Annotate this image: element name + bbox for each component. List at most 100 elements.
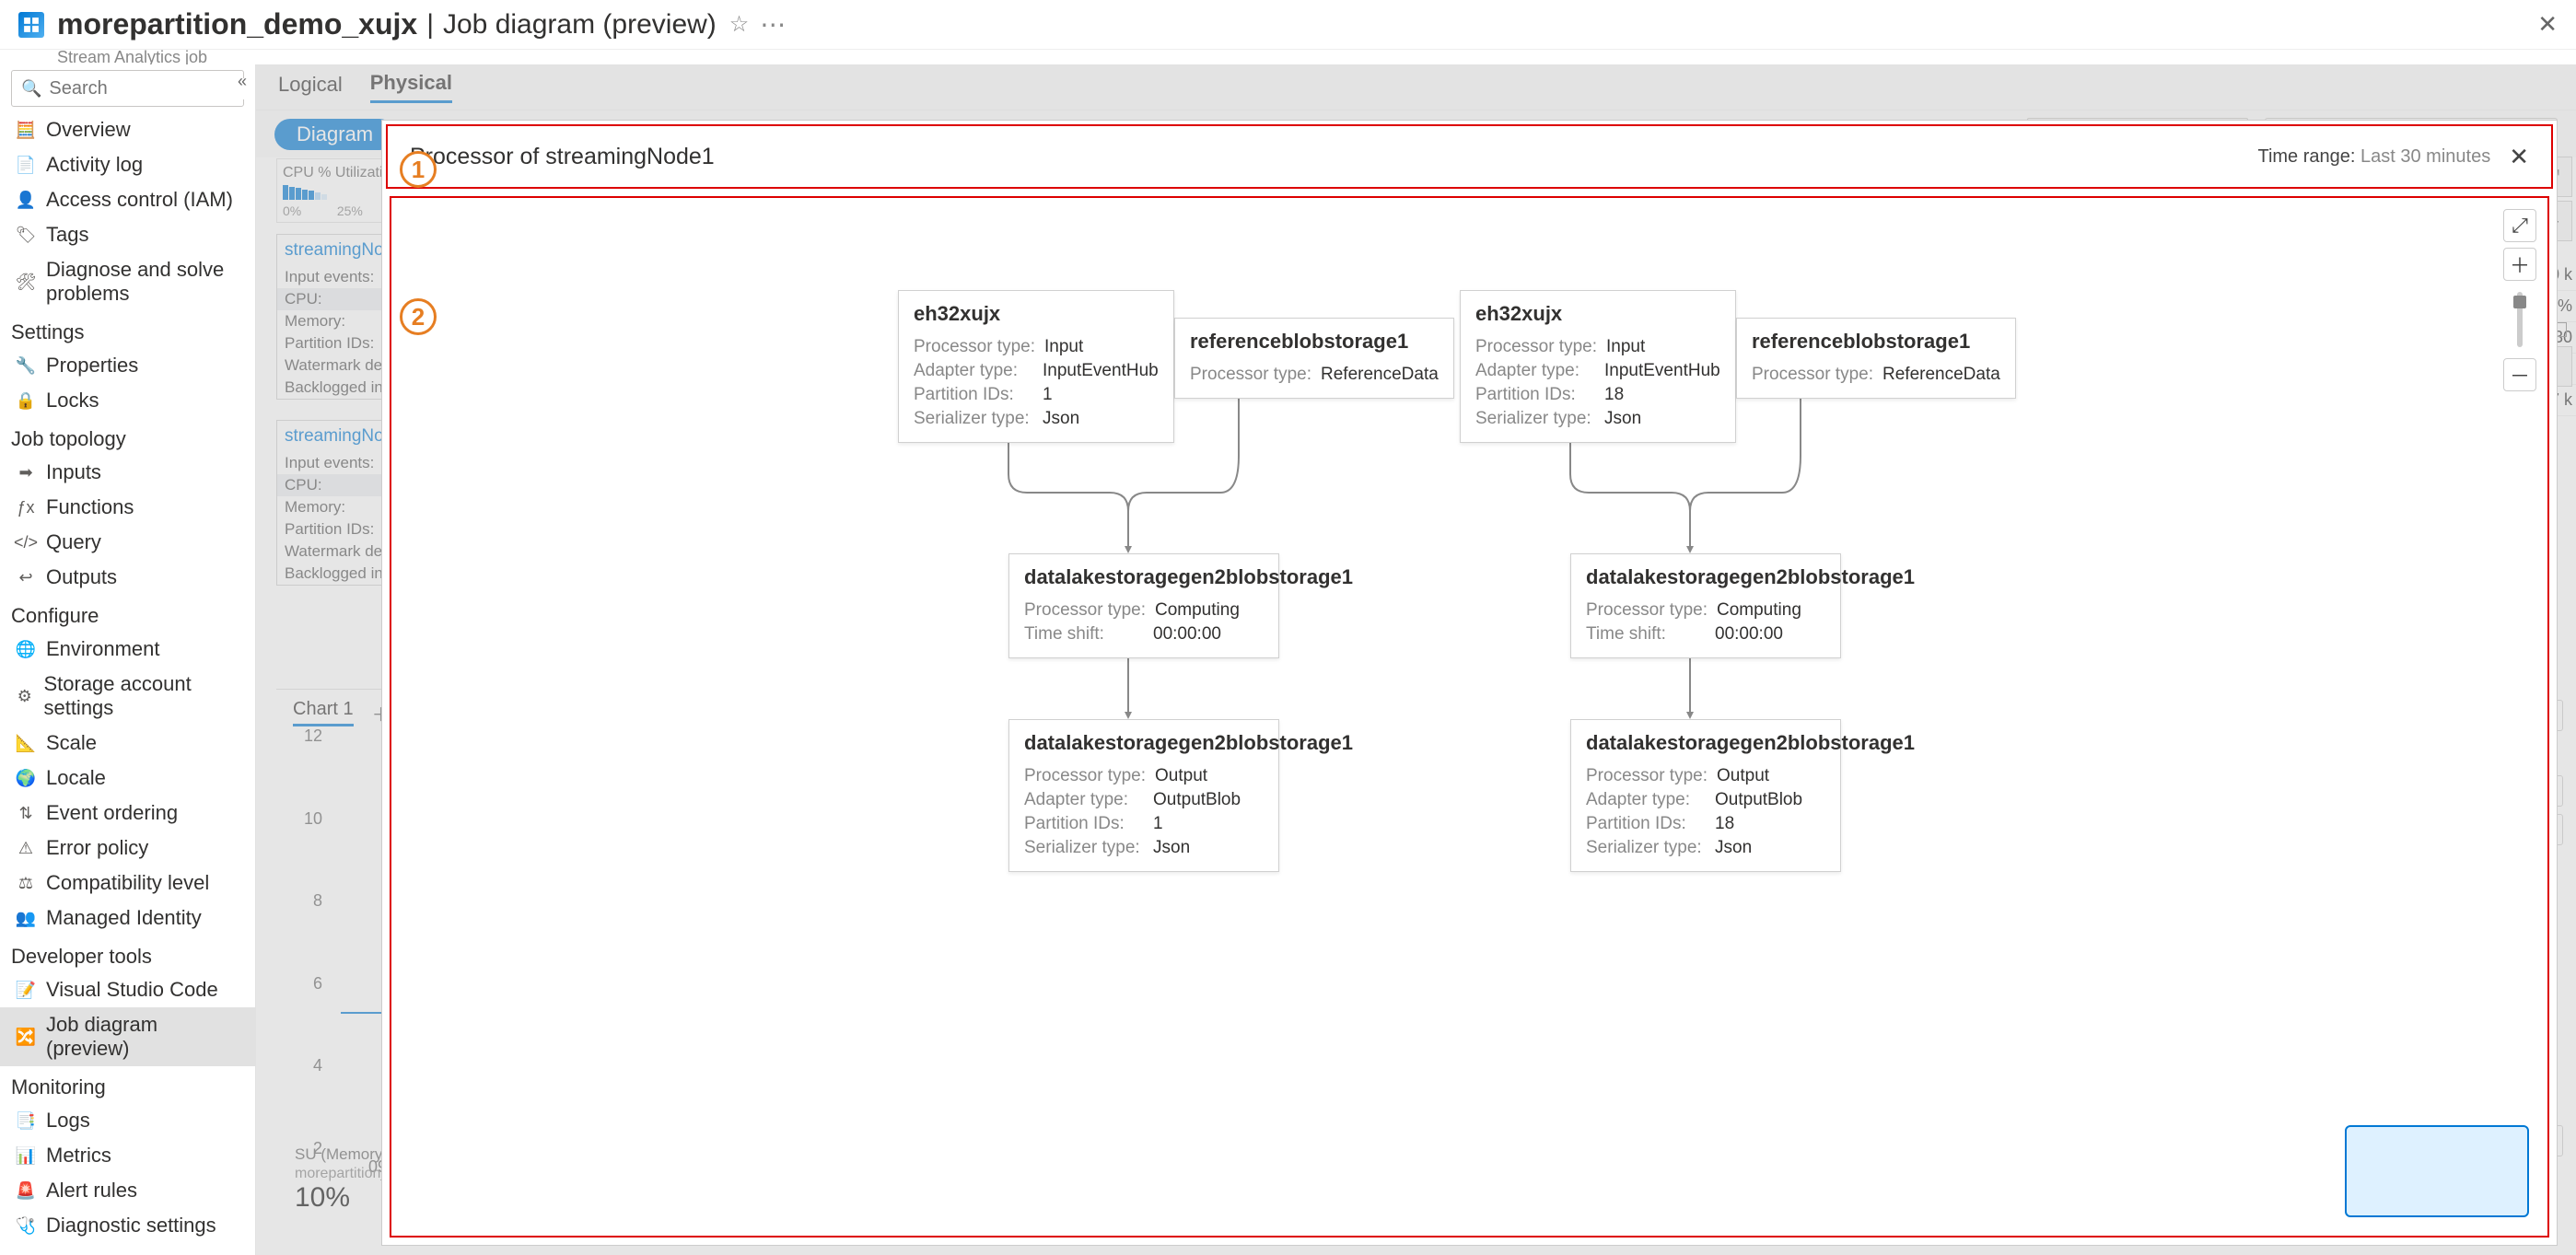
locale-icon: 🌍 (17, 769, 35, 787)
sidebar-item-error-policy[interactable]: ⚠ Error policy (0, 831, 255, 866)
sidebar-item-label: Overview (46, 118, 131, 142)
tags-icon: 🏷 (17, 226, 35, 244)
sidebar-item-activity-log[interactable]: 📄 Activity log (0, 147, 255, 182)
sidebar-item-label: Scale (46, 731, 97, 755)
sidebar-item-logs[interactable]: 📑 Logs (0, 1103, 255, 1138)
modal-header: Processor of streamingNode1 Time range: … (386, 124, 2553, 189)
section-job-topology: Job topology (0, 418, 255, 455)
sidebar-item-locale[interactable]: 🌍 Locale (0, 761, 255, 796)
sidebar-item-label: Visual Studio Code (46, 978, 218, 1002)
zoom-in-icon[interactable]: ＋ (2503, 248, 2536, 281)
sidebar-item-alert-rules[interactable]: 🚨Alert rules (0, 1173, 255, 1208)
sidebar-item-label: Metrics (46, 1144, 111, 1168)
storage-icon: ⚙ (17, 687, 32, 705)
sidebar-item-properties[interactable]: 🔧 Properties (0, 348, 255, 383)
node-input-eh32xujx-1[interactable]: eh32xujx Processor type:Input Adapter ty… (898, 290, 1174, 443)
sidebar-item-overview[interactable]: 🧮Overview (0, 112, 255, 147)
sidebar-item-label: Activity log (46, 153, 143, 177)
sidebar-item-label: Properties (46, 354, 138, 378)
node-output-2[interactable]: datalakestoragegen2blobstorage1 Processo… (1570, 719, 1841, 872)
managed-icon: 👥 (17, 909, 35, 927)
sidebar-collapse-icon[interactable]: « (238, 72, 247, 91)
access-icon: 👤 (17, 191, 35, 209)
sidebar-item-locks[interactable]: 🔒Locks (0, 383, 255, 418)
sidebar-item-diagnostic-settings[interactable]: 🩺 Diagnostic settings (0, 1208, 255, 1243)
sidebar-item-scale[interactable]: 📐 Scale (0, 726, 255, 761)
locks-icon: 🔒 (17, 391, 35, 410)
metrics-icon: 📊 (17, 1146, 35, 1165)
diagnose-icon: 🛠 (17, 273, 35, 291)
sidebar-item-compatibility-level[interactable]: ⚖Compatibility level (0, 866, 255, 901)
node-computing-1[interactable]: datalakestoragegen2blobstorage1 Processo… (1008, 553, 1279, 658)
sidebar-item-label: Tags (46, 223, 88, 247)
favorite-star-icon[interactable]: ☆ (729, 11, 750, 38)
sidebar-item-outputs[interactable]: ↩Outputs (0, 560, 255, 595)
sidebar-item-metrics[interactable]: 📊 Metrics (0, 1138, 255, 1173)
sidebar-item-functions[interactable]: ƒxFunctions (0, 490, 255, 525)
sidebar-item-access-control-iam-[interactable]: 👤 Access control (IAM) (0, 182, 255, 217)
sidebar-item-label: Environment (46, 637, 160, 661)
sidebar: 🔍 « 🧮Overview 📄 Activity log 👤 Access contro… (0, 64, 256, 1255)
scale-icon: 📐 (17, 734, 35, 752)
more-icon[interactable]: ⋯ (760, 9, 786, 40)
close-blade-icon[interactable]: ✕ (2537, 10, 2558, 39)
sidebar-item-storage-account-settings[interactable]: ⚙ Storage account settings (0, 667, 255, 726)
sidebar-item-label: Outputs (46, 565, 117, 589)
section-developer-tools: Developer tools (0, 935, 255, 972)
event-icon: ⇅ (17, 804, 35, 822)
sidebar-item-label: Locale (46, 766, 106, 790)
section-configure: Configure (0, 595, 255, 632)
sidebar-item-label: Diagnostic settings (46, 1214, 216, 1238)
section-title: Job diagram (preview) (443, 9, 717, 41)
node-computing-2[interactable]: datalakestoragegen2blobstorage1 Processo… (1570, 553, 1841, 658)
modal-close-icon[interactable]: ✕ (2509, 143, 2529, 171)
sidebar-item-label: Diagnose and solve problems (46, 258, 239, 306)
logs-icon: 📑 (17, 1111, 35, 1130)
inputs-icon: ➡ (17, 463, 35, 482)
annotation-2: 2 (400, 298, 437, 335)
sidebar-item-label: Functions (46, 495, 134, 519)
sidebar-item-label: Storage account settings (43, 672, 239, 720)
resource-name: morepartition_demo_xujx (57, 7, 417, 41)
annotation-1: 1 (400, 151, 437, 188)
modal-zoom-toolbar[interactable]: ⤢ ＋ － (2503, 209, 2536, 391)
sidebar-item-label: Event ordering (46, 801, 178, 825)
sidebar-item-visual-studio-code[interactable]: 📝 Visual Studio Code (0, 972, 255, 1007)
sidebar-item-label: Compatibility level (46, 871, 209, 895)
node-reference-2[interactable]: referenceblobstorage1 Processor type:Ref… (1736, 318, 2016, 399)
properties-icon: 🔧 (17, 356, 35, 375)
sidebar-item-tags[interactable]: 🏷 Tags (0, 217, 255, 252)
sidebar-item-label: Inputs (46, 460, 101, 484)
search-icon: 🔍 (21, 79, 41, 99)
sidebar-search-input[interactable] (49, 78, 256, 99)
sidebar-item-query[interactable]: </>Query (0, 525, 255, 560)
processor-diagram-canvas[interactable]: eh32xujx Processor type:Input Adapter ty… (391, 198, 2547, 1236)
sidebar-item-event-ordering[interactable]: ⇅ Event ordering (0, 796, 255, 831)
error-icon: ⚠ (17, 839, 35, 857)
processor-modal: Processor of streamingNode1 Time range: … (381, 120, 2558, 1246)
sidebar-item-inputs[interactable]: ➡ Inputs (0, 455, 255, 490)
sidebar-item-environment[interactable]: 🌐Environment (0, 632, 255, 667)
node-output-1[interactable]: datalakestoragegen2blobstorage1 Processo… (1008, 719, 1279, 872)
diagnostic-icon: 🩺 (17, 1216, 35, 1235)
sidebar-item-managed-identity[interactable]: 👥 Managed Identity (0, 901, 255, 935)
activity-icon: 📄 (17, 156, 35, 174)
sidebar-item-label: Managed Identity (46, 906, 202, 930)
node-reference-1[interactable]: referenceblobstorage1 Processor type:Ref… (1174, 318, 1454, 399)
sidebar-item-job-diagram-preview-[interactable]: 🔀Job diagram (preview) (0, 1007, 255, 1066)
minimap[interactable] (2345, 1125, 2529, 1217)
title-separator: | (426, 9, 434, 41)
sidebar-item-label: Error policy (46, 836, 148, 860)
section-monitoring: Monitoring (0, 1066, 255, 1103)
sidebar-item-label: Access control (IAM) (46, 188, 233, 212)
zoom-slider[interactable] (2517, 292, 2523, 347)
sidebar-item-label: Logs (46, 1109, 90, 1133)
zoom-out-icon[interactable]: － (2503, 358, 2536, 391)
node-input-eh32xujx-2[interactable]: eh32xujx Processor type:Input Adapter ty… (1460, 290, 1736, 443)
visual-icon: 📝 (17, 981, 35, 999)
zoom-fit-icon[interactable]: ⤢ (2503, 209, 2536, 242)
sidebar-search[interactable]: 🔍 (11, 70, 244, 107)
section-settings: Settings (0, 311, 255, 348)
section-automation: Automation (0, 1243, 255, 1255)
sidebar-item-diagnose-and-solve-problems[interactable]: 🛠 Diagnose and solve problems (0, 252, 255, 311)
